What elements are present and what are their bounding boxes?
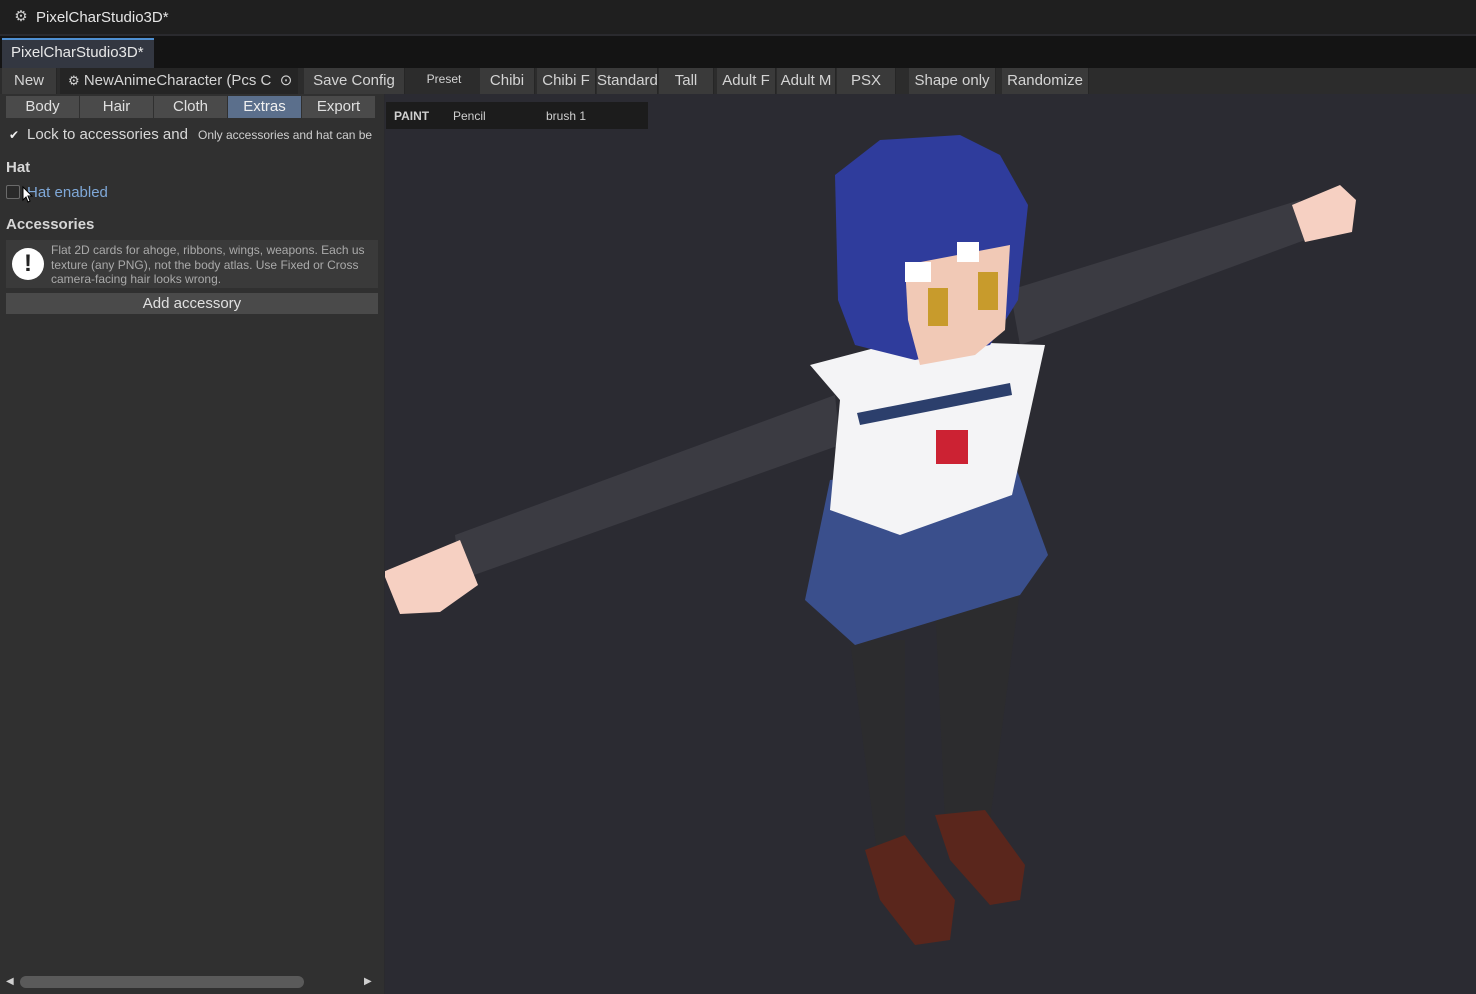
lock-accessories-hint: Only accessories and hat can be: [198, 128, 373, 142]
hat-enabled-checkbox[interactable]: [6, 185, 20, 199]
paint-tool-selector[interactable]: Pencil: [453, 109, 486, 123]
character-model: [385, 135, 1356, 945]
save-config-button[interactable]: Save Config: [304, 68, 405, 94]
character-resource-field[interactable]: ⚙ NewAnimeCharacter (Pcs C: [60, 68, 298, 94]
accessories-info-text: Flat 2D cards for ahoge, ribbons, wings,…: [51, 243, 378, 287]
randomize-button[interactable]: Randomize: [1002, 68, 1089, 94]
character-resource-value: NewAnimeCharacter (Pcs C: [83, 72, 272, 89]
left-hand: [385, 540, 478, 614]
gear-icon: ⚙: [14, 8, 28, 25]
lock-accessories-label: Lock to accessories and: [27, 126, 188, 143]
shape-only-button[interactable]: Shape only: [909, 68, 996, 94]
info-line: Flat 2D cards for ahoge, ribbons, wings,…: [51, 243, 365, 257]
scroll-left-icon[interactable]: ◀: [6, 976, 14, 987]
right-eye: [978, 272, 998, 310]
tab-extras[interactable]: Extras: [228, 96, 301, 118]
window-title: PixelCharStudio3D*: [36, 8, 169, 26]
preset-psx-button[interactable]: PSX: [837, 68, 896, 94]
preset-chibi-f-button[interactable]: Chibi F: [537, 68, 596, 94]
paint-mode-label: PAINT: [394, 109, 430, 123]
right-shoe: [935, 810, 1025, 905]
tab-cloth[interactable]: Cloth: [154, 96, 227, 118]
hat-section-title: Hat: [6, 159, 31, 176]
preset-chibi-button[interactable]: Chibi: [480, 68, 535, 94]
accessories-section-title: Accessories: [6, 216, 95, 233]
info-line: texture (any PNG), not the body atlas. U…: [51, 257, 359, 272]
right-arm: [1010, 200, 1305, 345]
add-accessory-button[interactable]: Add accessory: [6, 293, 378, 314]
accessories-info-box: ! Flat 2D cards for ahoge, ribbons, wing…: [6, 240, 378, 288]
left-shoe: [865, 835, 955, 945]
paint-toolbar: PAINT Pencil brush 1: [386, 102, 648, 129]
brush-selector[interactable]: brush 1: [546, 109, 586, 123]
preset-adult-m-button[interactable]: Adult M: [777, 68, 836, 94]
chest-emblem: [936, 430, 968, 464]
new-button[interactable]: New: [2, 68, 57, 94]
face-highlight: [905, 262, 931, 282]
3d-viewport[interactable]: [385, 94, 1476, 994]
scrollbar-thumb[interactable]: [20, 976, 304, 988]
preset-standard-button[interactable]: Standard: [597, 68, 658, 94]
warning-icon: !: [12, 248, 44, 280]
tab-body[interactable]: Body: [6, 96, 79, 118]
lock-accessories-checkbox[interactable]: ✔: [7, 128, 21, 142]
left-arm: [455, 395, 840, 580]
document-tab-strip: PixelCharStudio3D*: [0, 36, 1476, 68]
info-line: camera-facing hair looks wrong.: [51, 272, 222, 286]
left-eye: [928, 288, 948, 326]
mouse-cursor-icon: [22, 186, 34, 203]
target-icon[interactable]: ⊙: [277, 68, 295, 94]
tab-hair[interactable]: Hair: [80, 96, 153, 118]
scroll-right-icon[interactable]: ▶: [364, 976, 372, 987]
panel-tabs: Body Hair Cloth Extras Export: [6, 96, 376, 118]
horizontal-scrollbar[interactable]: ◀ ▶: [0, 974, 384, 990]
resource-icon: ⚙: [68, 73, 80, 88]
hat-enabled-label[interactable]: Hat enabled: [27, 184, 108, 201]
preset-label: Preset: [426, 72, 462, 86]
preset-adult-f-button[interactable]: Adult F: [717, 68, 776, 94]
inspector-panel: Body Hair Cloth Extras Export ✔ Lock to …: [0, 94, 384, 994]
document-tab[interactable]: PixelCharStudio3D*: [2, 38, 154, 68]
right-leg: [935, 590, 1020, 820]
tab-export[interactable]: Export: [302, 96, 375, 118]
toolbar: New ⚙ NewAnimeCharacter (Pcs C ⊙ Save Co…: [0, 68, 1476, 94]
face-highlight: [957, 242, 979, 262]
title-bar: ⚙ PixelCharStudio3D*: [0, 0, 1476, 34]
preset-tall-button[interactable]: Tall: [659, 68, 714, 94]
